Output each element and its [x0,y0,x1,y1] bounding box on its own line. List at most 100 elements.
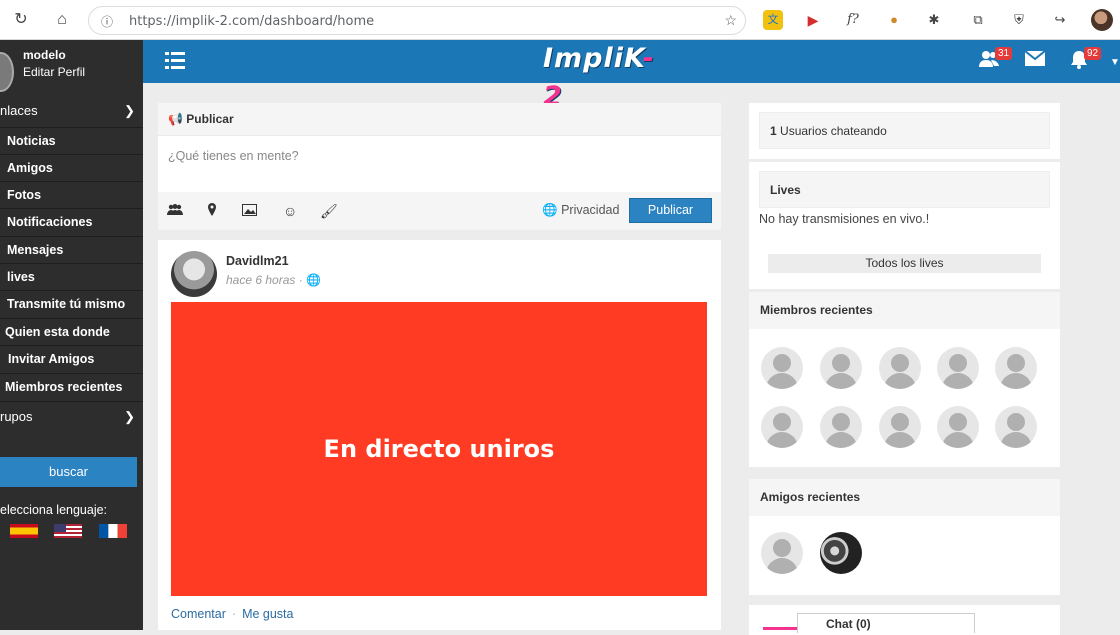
messages-icon[interactable] [1024,50,1046,71]
post-time-text: hace 6 horas · [226,273,303,287]
post-composer: 📢 Publicar ¿Qué tienes en mente? ☺ 🖌 🌐 P… [158,103,721,230]
comment-link[interactable]: Comentar [171,607,226,621]
composer-title: Publicar [186,112,234,126]
feed-post: Davidlm21 hace 6 horas · 🌐 En directo un… [158,240,721,630]
address-bar[interactable]: ⓘ https://implik-2.com/dashboard/home ☆ [88,6,746,35]
notifications-badge: 92 [1084,47,1102,60]
browser-toolbar: ↻ ⌂ ⓘ https://implik-2.com/dashboard/hom… [0,0,1120,40]
friend-avatar[interactable] [761,532,803,574]
member-avatar[interactable] [937,406,979,448]
chatting-label: Usuarios chateando [780,124,887,138]
chevron-down-icon: ❯ [124,103,135,118]
cookie-extension-icon[interactable]: ● [884,10,904,30]
lives-empty-text: No hay transmisiones en vivo.! [759,212,930,226]
recent-friends-box: Amigos recientes [749,479,1060,595]
sidebar: modelo Editar Perfil nlaces ❯ Noticias A… [0,40,143,630]
links-section-label: nlaces [0,103,38,118]
sidebar-item-notificaciones[interactable]: Notificaciones [0,208,143,235]
home-icon[interactable]: ⌂ [52,10,72,30]
us-flag-icon[interactable] [54,524,82,538]
friend-avatar[interactable] [820,532,862,574]
privacy-selector[interactable]: 🌐 Privacidad [542,203,619,218]
image-icon[interactable] [242,203,257,219]
user-avatar[interactable] [0,52,14,92]
site-logo[interactable]: ImpliK-2 [543,40,673,112]
sidebar-item-transmite[interactable]: Transmite tú mismo [0,290,143,317]
friends-badge: 31 [995,47,1013,60]
sidebar-item-mensajes[interactable]: Mensajes [0,236,143,263]
share-icon[interactable]: ↪ [1050,10,1070,30]
publish-button[interactable]: Publicar [629,198,712,223]
reload-icon[interactable]: ↻ [11,10,31,30]
recent-members-header: Miembros recientes [749,292,1060,329]
edit-profile-link[interactable]: Editar Perfil [23,65,85,79]
puzzle-extension-icon[interactable]: ✱ [924,10,944,30]
post-image[interactable]: En directo uniros [171,302,707,596]
member-avatar[interactable] [937,347,979,389]
member-avatar[interactable] [995,406,1037,448]
megaphone-icon: 📢 [168,112,183,126]
member-avatar[interactable] [820,347,862,389]
location-pin-icon[interactable] [207,203,217,219]
separator: · [231,607,237,621]
emoji-icon[interactable]: ☺ [283,203,297,219]
post-actions: Comentar · Me gusta [171,607,293,621]
menu-icon[interactable] [165,52,185,70]
sidebar-item-invitar-amigos[interactable]: Invitar Amigos [0,345,143,372]
dropdown-caret-icon[interactable]: ▼ [1110,57,1120,68]
globe-icon: 🌐 [306,273,322,287]
member-avatar[interactable] [995,347,1037,389]
formula-extension-icon[interactable]: f? [843,10,863,30]
chatting-users-row[interactable]: 1 Usuarios chateando [759,112,1050,149]
member-avatar[interactable] [761,347,803,389]
tag-friends-icon[interactable] [167,203,183,219]
translate-extension-icon[interactable]: 文 [763,10,783,30]
sidebar-item-miembros-recientes[interactable]: Miembros recientes [0,373,143,400]
composer-toolbar: ☺ 🖌 🌐 Privacidad Publicar [158,192,721,230]
groups-section-toggle[interactable]: rupos ❯ [0,401,143,431]
favorite-icon[interactable]: ☆ [724,12,737,29]
groups-section-label: rupos [0,409,33,424]
notifications-bell-icon[interactable]: 92 [1070,47,1102,74]
user-name[interactable]: modelo [23,48,66,62]
chatting-users-box: 1 Usuarios chateando [749,103,1060,159]
globe-icon: 🌐 [542,203,558,217]
sidebar-item-fotos[interactable]: Fotos [0,181,143,208]
member-avatar[interactable] [820,406,862,448]
language-label: elecciona lenguaje: [0,503,108,517]
post-text-input[interactable]: ¿Qué tienes en mente? [168,149,299,163]
member-avatar[interactable] [879,406,921,448]
chevron-down-icon: ❯ [124,409,135,424]
member-avatar[interactable] [879,347,921,389]
member-avatar[interactable] [761,406,803,448]
url-text[interactable]: https://implik-2.com/dashboard/home [129,14,374,29]
privacy-label: Privacidad [561,203,620,217]
sidebar-item-amigos[interactable]: Amigos [0,154,143,181]
search-button[interactable]: buscar [0,457,137,487]
shield-icon[interactable]: ⛨ [1009,10,1029,30]
links-section-toggle[interactable]: nlaces ❯ [0,96,143,126]
sidebar-item-quien-esta-donde[interactable]: Quien esta donde [0,318,143,345]
french-flag-icon[interactable] [99,524,127,538]
composer-header: 📢 Publicar [158,103,721,136]
friend-requests-icon[interactable]: 31 [979,47,1013,73]
site-header: ImpliK-2 31 92 ▼ [143,40,1120,112]
post-author-avatar[interactable] [171,251,217,297]
collections-icon[interactable]: ⧉ [968,10,988,30]
paint-brush-icon[interactable]: 🖌 [320,203,338,220]
post-timestamp: hace 6 horas · 🌐 [226,273,321,287]
spanish-flag-icon[interactable] [10,524,38,538]
recent-friends-header: Amigos recientes [749,479,1060,516]
info-icon[interactable]: ⓘ [101,13,113,30]
sidebar-item-lives[interactable]: lives [0,263,143,290]
video-extension-icon[interactable]: ▶ [803,10,823,30]
lives-header: Lives [759,171,1050,208]
chat-bar[interactable]: Chat (0) [797,613,975,633]
browser-profile-avatar[interactable] [1091,9,1113,31]
all-lives-button[interactable]: Todos los lives [768,254,1041,273]
lives-box: Lives No hay transmisiones en vivo.! Tod… [749,162,1060,289]
post-author-name[interactable]: Davidlm21 [226,254,289,268]
like-link[interactable]: Me gusta [242,607,293,621]
sidebar-item-noticias[interactable]: Noticias [0,127,143,154]
chat-label: Chat (0) [826,617,871,631]
